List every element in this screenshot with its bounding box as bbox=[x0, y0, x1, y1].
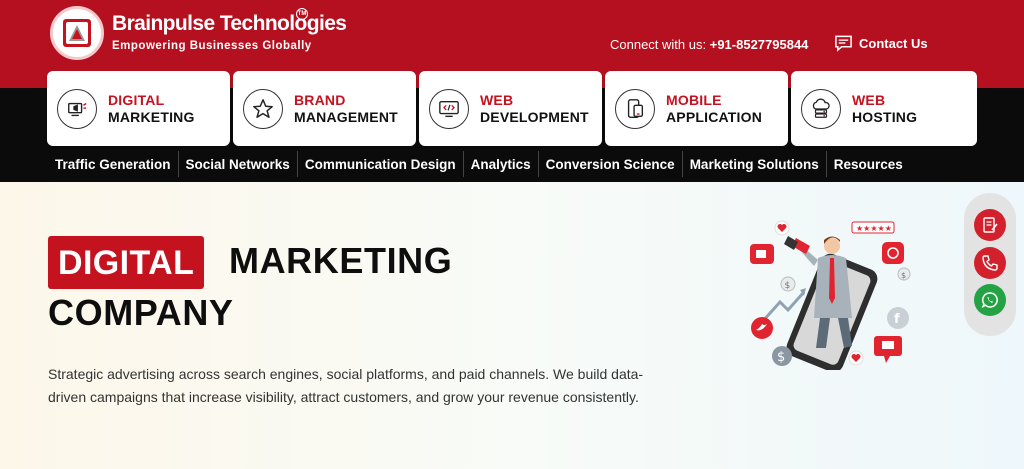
like-bubble-icon bbox=[750, 244, 774, 264]
whatsapp-icon bbox=[981, 292, 998, 309]
dollar-coin-icon: $ bbox=[780, 276, 796, 292]
heart-bubble-icon bbox=[774, 220, 790, 236]
hero-title-badge: DIGITAL bbox=[48, 236, 205, 289]
service-card-mobile-application[interactable]: MOBILE APPLICATION bbox=[605, 71, 788, 146]
cloud-hosting-icon bbox=[801, 88, 841, 129]
svg-text:f: f bbox=[894, 312, 900, 327]
service-card-web-development[interactable]: WEB DEVELOPMENT bbox=[419, 71, 602, 146]
service-cards: DIGITAL MARKETING BRAND MANAGEMENT WEB D… bbox=[47, 71, 977, 146]
service-card-web-hosting[interactable]: WEB HOSTING bbox=[791, 71, 977, 146]
whatsapp-button[interactable] bbox=[974, 284, 1006, 316]
card-label-top: WEB bbox=[480, 91, 514, 108]
card-label-top: BRAND bbox=[294, 91, 346, 108]
marketing-illustration: ★★★★★ $ f $ $ bbox=[750, 220, 911, 370]
card-label-bottom: DEVELOPMENT bbox=[480, 108, 589, 125]
trademark-mark: TM bbox=[296, 8, 308, 20]
subnav-resources[interactable]: Resources bbox=[827, 151, 910, 177]
service-card-brand-management[interactable]: BRAND MANAGEMENT bbox=[233, 71, 416, 146]
connect-info: Connect with us: +91-8527795844 bbox=[610, 37, 808, 52]
subnav-communication-design[interactable]: Communication Design bbox=[298, 151, 464, 177]
mobile-icon bbox=[615, 88, 655, 129]
svg-text:★★★★★: ★★★★★ bbox=[856, 224, 892, 233]
heart-bubble-icon bbox=[848, 350, 864, 366]
logo-name: Brainpulse Technologies bbox=[112, 12, 347, 35]
sub-navigation: Traffic Generation Social Networks Commu… bbox=[47, 151, 910, 177]
digital-marketing-icon bbox=[57, 88, 97, 129]
svg-text:$: $ bbox=[777, 350, 785, 365]
code-monitor-icon bbox=[429, 88, 469, 129]
floating-action-rail bbox=[964, 193, 1016, 336]
svg-text:$: $ bbox=[901, 271, 906, 280]
subnav-marketing-solutions[interactable]: Marketing Solutions bbox=[683, 151, 827, 177]
card-label-top: DIGITAL bbox=[108, 91, 165, 108]
facebook-icon: f bbox=[887, 307, 909, 329]
hero-title: MARKETING bbox=[229, 240, 453, 281]
svg-text:$: $ bbox=[785, 281, 791, 291]
twitter-icon bbox=[751, 317, 773, 339]
call-button[interactable] bbox=[974, 247, 1006, 279]
phone-icon bbox=[982, 255, 998, 271]
card-label-bottom: APPLICATION bbox=[666, 108, 763, 125]
card-label-top: WEB bbox=[852, 91, 886, 108]
dollar-coin-icon: $ bbox=[897, 267, 911, 281]
card-label-bottom: MARKETING bbox=[108, 108, 195, 125]
connect-label: Connect with us: bbox=[610, 37, 707, 52]
hero-description: Strategic advertising across search engi… bbox=[48, 366, 644, 405]
service-card-digital-marketing[interactable]: DIGITAL MARKETING bbox=[47, 71, 230, 146]
dollar-coin-icon: $ bbox=[772, 346, 792, 366]
hero-section: DIGITAL MARKETING COMPANY Strategic adve… bbox=[0, 182, 1024, 469]
contact-us-label: Contact Us bbox=[859, 35, 928, 51]
form-icon bbox=[983, 217, 998, 233]
star-icon bbox=[243, 88, 283, 129]
card-label-bottom: MANAGEMENT bbox=[294, 108, 398, 125]
subnav-social-networks[interactable]: Social Networks bbox=[179, 151, 298, 177]
hero-title-line2: COMPANY bbox=[48, 292, 234, 333]
chat-icon bbox=[835, 35, 852, 52]
subnav-analytics[interactable]: Analytics bbox=[464, 151, 539, 177]
chat-bubble-icon bbox=[874, 336, 902, 363]
card-label-top: MOBILE bbox=[666, 91, 722, 108]
instagram-icon bbox=[882, 242, 904, 264]
logo-emblem-icon bbox=[50, 6, 104, 60]
card-label-bottom: HOSTING bbox=[852, 108, 918, 125]
phone-link[interactable]: +91-8527795844 bbox=[710, 37, 809, 52]
contact-us-link[interactable]: Contact Us bbox=[834, 34, 928, 52]
enquiry-form-button[interactable] bbox=[974, 209, 1006, 241]
logo-tagline: Empowering Businesses Globally bbox=[112, 40, 312, 52]
subnav-traffic-generation[interactable]: Traffic Generation bbox=[47, 151, 179, 177]
rating-stars-icon: ★★★★★ bbox=[851, 221, 895, 234]
logo[interactable]: Brainpulse Technologies TM Empowering Bu… bbox=[50, 6, 347, 66]
subnav-conversion-science[interactable]: Conversion Science bbox=[539, 151, 683, 177]
